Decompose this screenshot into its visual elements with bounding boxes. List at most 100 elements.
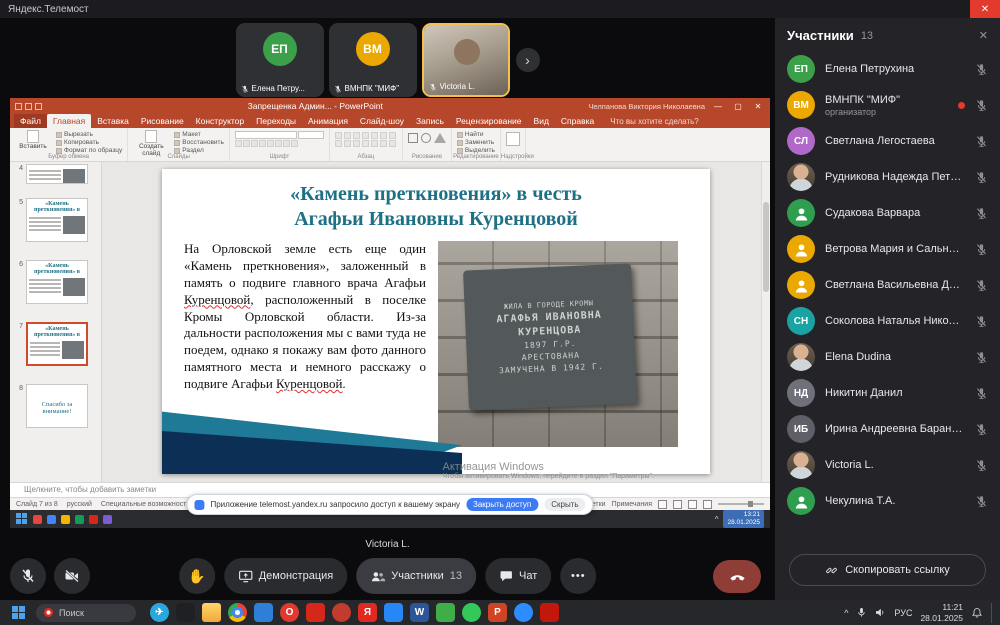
font-size-combo[interactable] — [298, 131, 324, 139]
ribbon-command[interactable]: Найти — [457, 131, 495, 138]
slide-thumbnail[interactable]: «Камень преткновения» в честь — [26, 260, 88, 304]
font-name-combo[interactable] — [235, 131, 297, 139]
ribbon-tab[interactable]: Вид — [528, 114, 555, 128]
ribbon-big-button[interactable]: Вставить — [15, 130, 51, 151]
taskbar-app-acrobat[interactable] — [540, 603, 559, 622]
stop-sharing-button[interactable]: Закрыть доступ — [466, 498, 538, 511]
language-indicator[interactable]: русский — [67, 501, 92, 508]
show-desktop-button[interactable] — [991, 603, 994, 623]
share-screen-button[interactable]: Демонстрация — [224, 558, 348, 594]
participant-row[interactable]: Victoria L. — [775, 447, 1000, 483]
ribbon-tab[interactable]: Справка — [555, 114, 600, 128]
participant-row[interactable]: НДНикитин Данил — [775, 375, 1000, 411]
circle-shape-icon[interactable] — [421, 133, 431, 143]
presenter-app-icon[interactable] — [89, 515, 98, 524]
participant-row[interactable]: Чекулина Т.А. — [775, 483, 1000, 519]
tray-expand-button[interactable]: ^ — [844, 608, 848, 618]
microphone-button[interactable] — [10, 558, 46, 594]
ribbon-tab[interactable]: Главная — [47, 114, 91, 128]
language-switcher[interactable]: РУС — [894, 608, 912, 618]
paragraph-button[interactable] — [353, 132, 360, 139]
addins-icon[interactable] — [506, 132, 520, 146]
taskbar-search[interactable]: Поиск — [36, 604, 136, 622]
undo-icon[interactable] — [25, 103, 32, 110]
taskbar-app-edge[interactable] — [254, 603, 273, 622]
paragraph-button[interactable] — [380, 132, 387, 139]
paragraph-button[interactable] — [335, 132, 342, 139]
ribbon-command[interactable]: Восстановить — [174, 139, 224, 146]
participant-row[interactable]: Elena Dudina — [775, 339, 1000, 375]
participant-row[interactable]: ВМВМНПК "МИФ"организатор — [775, 87, 1000, 123]
participants-button[interactable]: Участники 13 — [356, 558, 476, 594]
ribbon-tab[interactable]: Файл — [14, 114, 47, 128]
ribbon-tab[interactable]: Слайд-шоу — [354, 114, 410, 128]
presenter-start-button[interactable] — [16, 513, 28, 525]
taskbar-app-photos-app[interactable] — [176, 603, 195, 622]
ribbon-command[interactable]: Макет — [174, 131, 224, 138]
paragraph-button[interactable] — [362, 132, 369, 139]
presenter-app-icon[interactable] — [103, 515, 112, 524]
ribbon-tab[interactable]: Вставка — [91, 114, 135, 128]
video-tile[interactable]: Victoria L. — [422, 23, 510, 97]
paragraph-button[interactable] — [362, 140, 369, 147]
font-style-button[interactable] — [243, 140, 250, 147]
ribbon-command[interactable]: Копировать — [56, 139, 122, 146]
paragraph-button[interactable] — [335, 140, 342, 147]
participant-row[interactable]: Светлана Васильевна Дереп... — [775, 267, 1000, 303]
triangle-shape-icon[interactable] — [434, 133, 446, 143]
quick-access-toolbar[interactable] — [15, 103, 42, 110]
slide-thumbnail[interactable]: «Камень преткновения» в честь — [26, 198, 88, 242]
font-style-button[interactable] — [291, 140, 298, 147]
scrollbar[interactable] — [761, 162, 770, 482]
paragraph-button[interactable] — [353, 140, 360, 147]
comments-toggle[interactable]: Примечания — [612, 501, 652, 508]
window-close-button[interactable]: ✕ — [970, 0, 1000, 18]
camera-button[interactable] — [54, 558, 90, 594]
tray-mic-icon[interactable] — [856, 607, 867, 618]
ribbon-tab[interactable]: Запись — [410, 114, 450, 128]
ribbon-tab[interactable]: Конструктор — [190, 114, 250, 128]
ribbon-command[interactable]: Вырезать — [56, 131, 122, 138]
save-icon[interactable] — [15, 103, 22, 110]
tell-me-search[interactable]: Что вы хотите сделать? — [610, 117, 698, 128]
slide-thumbnail[interactable] — [26, 164, 88, 184]
participant-row[interactable]: СНСоколова Наталья Николаев... — [775, 303, 1000, 339]
zoom-slider[interactable] — [718, 503, 764, 505]
ribbon-tab[interactable]: Переходы — [250, 114, 302, 128]
paragraph-button[interactable] — [389, 140, 396, 147]
view-reading-button[interactable] — [688, 500, 697, 509]
zoom-slider-handle[interactable] — [748, 501, 753, 507]
ribbon-tab[interactable]: Анимация — [302, 114, 354, 128]
paragraph-button[interactable] — [344, 140, 351, 147]
paragraph-button[interactable] — [380, 140, 387, 147]
rect-shape-icon[interactable] — [408, 133, 418, 143]
paragraph-button[interactable] — [389, 132, 396, 139]
taskbar-app-zoom[interactable] — [514, 603, 533, 622]
ppt-maximize-button[interactable]: ▢ — [731, 102, 745, 111]
chat-button[interactable]: Чат — [485, 558, 551, 594]
notifications-icon[interactable] — [971, 607, 983, 619]
paragraph-button[interactable] — [344, 132, 351, 139]
ribbon-tab[interactable]: Рецензирование — [450, 114, 528, 128]
copy-link-button[interactable]: Скопировать ссылку — [789, 554, 986, 586]
paragraph-button[interactable] — [371, 132, 378, 139]
taskbar-app-word[interactable]: W — [410, 603, 429, 622]
leave-call-button[interactable] — [713, 560, 761, 593]
next-participants-button[interactable]: › — [516, 48, 540, 72]
clock[interactable]: 11:21 28.01.2025 — [920, 602, 963, 622]
font-style-button[interactable] — [283, 140, 290, 147]
paragraph-button[interactable] — [371, 140, 378, 147]
participant-row[interactable]: Судакова Варвара — [775, 195, 1000, 231]
taskbar-app-file-explorer[interactable] — [202, 603, 221, 622]
video-tile[interactable]: ВМВМНПК "МИФ" — [329, 23, 417, 97]
presenter-app-icon[interactable] — [47, 515, 56, 524]
more-options-button[interactable]: ••• — [560, 558, 596, 594]
presenter-app-icon[interactable] — [33, 515, 42, 524]
taskbar-app-green-app[interactable] — [436, 603, 455, 622]
slide-canvas[interactable]: «Камень преткновения» в честь Агафьи Ива… — [162, 169, 710, 474]
font-style-button[interactable] — [259, 140, 266, 147]
presenter-app-icon[interactable] — [61, 515, 70, 524]
start-button[interactable] — [12, 606, 26, 620]
ribbon-command[interactable]: Выделить — [457, 147, 495, 154]
redo-icon[interactable] — [35, 103, 42, 110]
